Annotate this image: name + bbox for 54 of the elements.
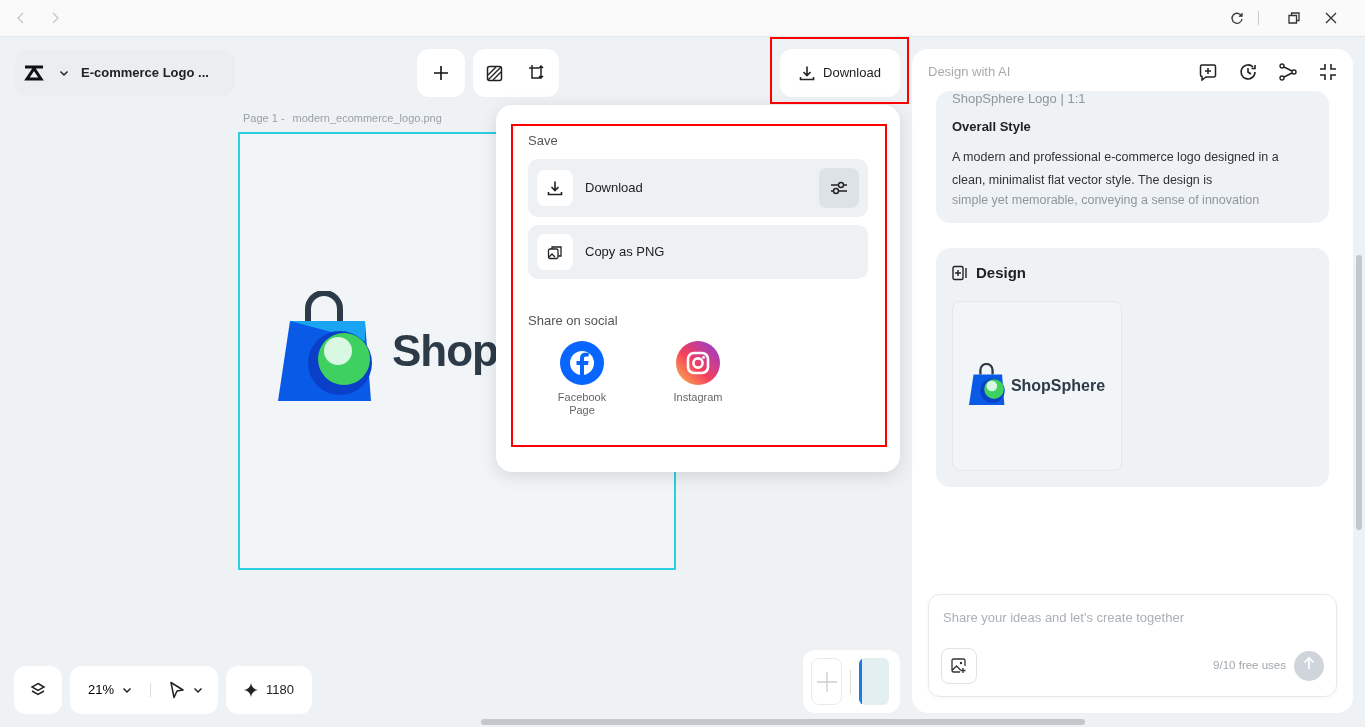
new-chat-icon[interactable] — [1199, 63, 1217, 81]
add-image-button[interactable] — [941, 648, 977, 684]
scrollbar-thumb[interactable] — [481, 719, 1085, 725]
layers-button[interactable] — [14, 666, 62, 714]
save-option[interactable]: Download — [528, 158, 868, 217]
caret-icon — [193, 686, 204, 694]
add-button[interactable] — [417, 49, 465, 97]
credits-button[interactable]: 1180 — [226, 666, 312, 714]
caret-icon — [122, 686, 133, 694]
resize-icon[interactable] — [528, 64, 547, 82]
plus-icon — [816, 671, 837, 692]
download-icon — [799, 65, 816, 81]
logo-text: Shop — [392, 325, 498, 377]
caret-icon[interactable] — [59, 69, 69, 77]
history-icon[interactable] — [1239, 63, 1257, 81]
style-heading: Overall Style — [952, 118, 1032, 136]
logo-text: ShopSphere — [1010, 375, 1106, 396]
document-title[interactable]: E-commerce Logo ... — [81, 63, 209, 83]
facebook-icon — [560, 341, 604, 385]
restore-icon[interactable] — [1287, 11, 1301, 25]
download-button[interactable]: Download — [780, 49, 900, 97]
pointer-tool-button[interactable] — [169, 681, 204, 699]
image-plus-icon — [951, 658, 967, 674]
reload-icon[interactable] — [1230, 11, 1244, 25]
page-label: Page 1 - modern_ecommerce_logo.png — [243, 111, 442, 126]
usage-count: 9/10 free uses — [1213, 658, 1286, 674]
close-icon[interactable] — [1325, 12, 1337, 24]
instagram-icon — [676, 341, 720, 385]
faded-description: simple yet memorable, conveying a sense of innovation — [952, 191, 1261, 208]
app-logo-icon[interactable] — [23, 65, 45, 81]
save-option[interactable]: Copy as PNG — [528, 224, 868, 279]
design-thumbnail[interactable]: ShopSphere — [952, 300, 1122, 471]
hatch-square-icon[interactable] — [485, 64, 503, 82]
copy-image-icon — [537, 233, 573, 270]
plus-icon — [433, 65, 449, 81]
share-target[interactable]: Facebook Page — [532, 340, 632, 419]
share-nodes-icon[interactable] — [1279, 63, 1297, 81]
zoom-select[interactable]: 21% — [88, 680, 133, 700]
prompt-title: ShopSphere Logo | 1:1 — [952, 91, 1087, 107]
design-title: Design — [976, 263, 1026, 283]
section-title: Share on social — [528, 311, 619, 330]
sliders-icon[interactable] — [819, 167, 859, 208]
scrollbar-thumb[interactable] — [1356, 255, 1362, 530]
page-thumbnail[interactable] — [859, 658, 889, 705]
sparkle-icon — [244, 683, 258, 697]
collapse-icon[interactable] — [1319, 63, 1337, 81]
layers-icon — [30, 682, 46, 698]
download-icon — [537, 169, 573, 206]
arrow-up-icon — [1303, 656, 1315, 671]
design-icon — [952, 265, 968, 282]
section-title: Save — [528, 132, 559, 150]
panel-title: Design with AI — [928, 63, 1011, 82]
style-description: A modern and professional e-commerce logo designed in a clean, minimalist flat vector style. The design is — [952, 148, 1280, 189]
cursor-icon — [169, 681, 186, 699]
